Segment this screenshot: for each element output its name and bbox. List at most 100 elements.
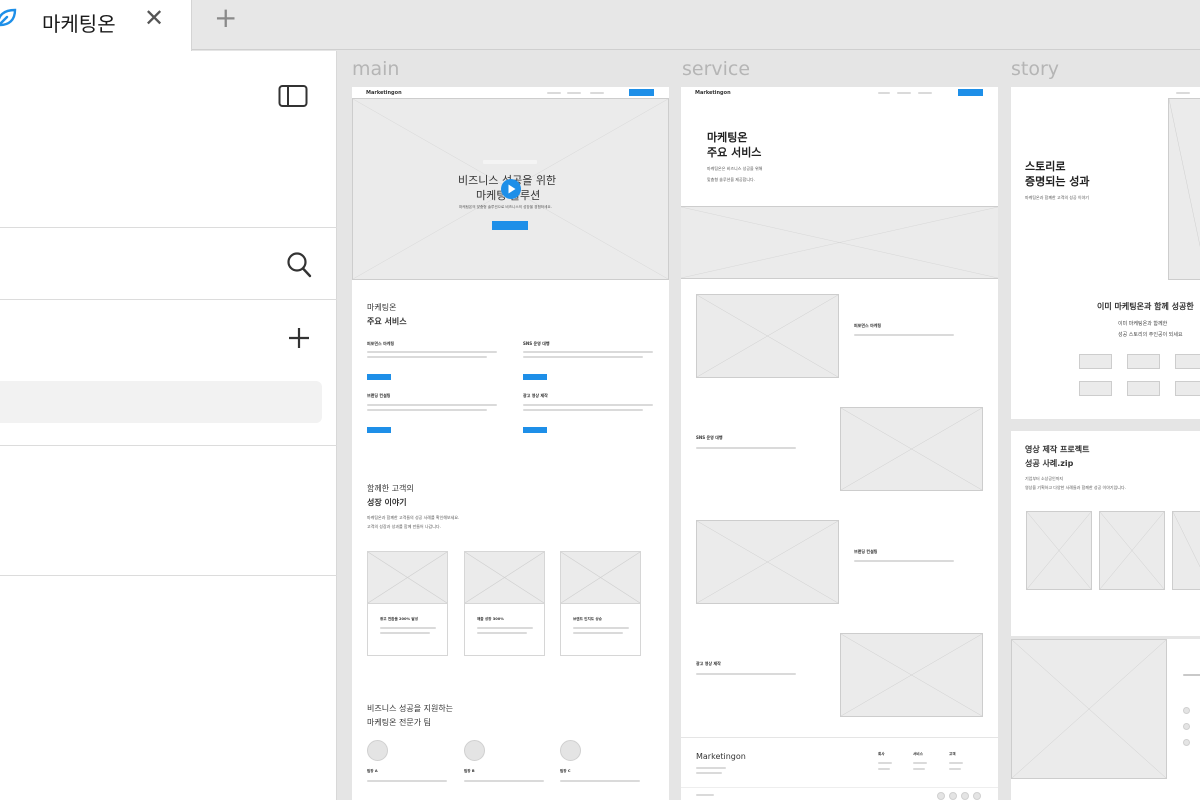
service-more-button[interactable] — [523, 427, 547, 433]
card-image-placeholder — [561, 552, 640, 604]
new-tab-button[interactable]: + — [214, 4, 237, 32]
service-item-title: SNS 운영 대행 — [696, 435, 723, 440]
service-item-title: 퍼포먼스 마케팅 — [367, 341, 395, 346]
social-icon[interactable] — [949, 792, 957, 800]
service-more-button[interactable] — [367, 374, 391, 380]
play-icon[interactable] — [501, 179, 521, 199]
nav-link[interactable] — [878, 92, 890, 94]
project-title-line1: 영상 제작 프로젝트 — [1025, 445, 1090, 454]
story-mid-title: 이미 마케팅온과 함께 성공한 — [1097, 302, 1194, 311]
text-line — [560, 780, 640, 782]
expert-avatar — [464, 740, 485, 761]
footer-link[interactable] — [913, 768, 925, 770]
footer-link[interactable] — [878, 768, 890, 770]
text-line — [523, 351, 653, 353]
nav-link[interactable] — [1176, 92, 1190, 94]
footer-link[interactable] — [913, 762, 927, 764]
service-item-title: 광고 영상 제작 — [696, 661, 721, 666]
service-image-placeholder — [696, 520, 839, 604]
text-line — [367, 356, 487, 358]
text-line — [1183, 674, 1200, 676]
project-image-placeholder — [1026, 511, 1092, 590]
nav-logo: Marketingon — [366, 90, 402, 96]
bullet-icon — [1183, 723, 1190, 730]
service-item-title: SNS 운영 대행 — [523, 341, 550, 346]
frame-main[interactable]: Marketingon 비즈니스 성공을 위한 마케팅 솔루션 마케팅온의 맞춤… — [352, 87, 669, 800]
story-mid-subtitle-line2: 성공 스토리의 주인공이 되세요 — [1118, 332, 1183, 338]
expert-avatar — [560, 740, 581, 761]
text-line — [367, 780, 447, 782]
tab-bar: 마케팅온 ✕ + — [0, 0, 1200, 51]
leaf-logo-icon — [0, 8, 17, 27]
service-more-button[interactable] — [367, 427, 391, 433]
story-card[interactable]: 매출 성장 300% — [464, 551, 545, 656]
design-canvas[interactable]: main service story Marketingon 비즈니스 성공을 … — [338, 51, 1200, 800]
nav-link[interactable] — [918, 92, 932, 94]
frame-story[interactable]: 스토리로 증명되는 성과 마케팅온과 함께한 고객의 성공 이야기 이미 마케팅… — [1011, 87, 1200, 800]
search-icon[interactable] — [286, 251, 312, 279]
hero-cta-button[interactable] — [492, 221, 528, 230]
text-line — [367, 409, 487, 411]
text-line — [696, 447, 796, 449]
frame-label-service[interactable]: service — [682, 58, 750, 80]
frame-label-story[interactable]: story — [1011, 58, 1059, 80]
text-line — [380, 627, 436, 629]
service-item-title: 브랜딩 컨설팅 — [854, 549, 878, 554]
project-subtitle-line2: 영상을 기획하고 다양한 사례들과 함께한 성공 이야기입니다. — [1025, 485, 1126, 490]
story-title-line1: 함께한 고객의 — [367, 484, 414, 493]
text-line — [696, 772, 722, 774]
text-line — [464, 780, 544, 782]
expert-name: 팀장 B — [464, 769, 475, 773]
story-card[interactable]: 브랜드 인지도 상승 — [560, 551, 641, 656]
social-icon[interactable] — [973, 792, 981, 800]
nav-link[interactable] — [567, 92, 581, 94]
social-icon[interactable] — [961, 792, 969, 800]
text-line — [573, 632, 623, 634]
story-card[interactable]: 광고 전환율 200% 달성 — [367, 551, 448, 656]
logo-placeholder — [1079, 381, 1112, 396]
frame-label-main[interactable]: main — [352, 58, 399, 80]
story-title-line2: 성장 이야기 — [367, 498, 407, 507]
file-tab[interactable]: 마케팅온 ✕ — [0, 0, 192, 51]
nav-link[interactable] — [897, 92, 911, 94]
copyright-text — [696, 794, 714, 796]
service-image-placeholder — [696, 294, 839, 378]
service-image-placeholder — [840, 633, 983, 717]
bullet-icon — [1183, 739, 1190, 746]
footer-link[interactable] — [878, 762, 892, 764]
expert-name: 팀장 C — [560, 769, 571, 773]
selected-page-row[interactable] — [0, 381, 322, 423]
text-line — [696, 767, 726, 769]
logo-placeholder — [1127, 381, 1160, 396]
nav-link[interactable] — [547, 92, 561, 94]
frame-service[interactable]: Marketingon 마케팅온 주요 서비스 마케팅온은 비즈니스 성공을 위… — [681, 87, 998, 800]
service-title-line2: 주요 서비스 — [707, 146, 762, 159]
footer-link[interactable] — [949, 762, 963, 764]
nav-cta-button[interactable] — [629, 89, 654, 96]
text-line — [523, 356, 643, 358]
text-line — [696, 673, 796, 675]
panel-divider — [0, 575, 337, 576]
footer-col-title: 회사 — [878, 752, 885, 756]
footer-link[interactable] — [949, 768, 961, 770]
nav-cta-button[interactable] — [958, 89, 983, 96]
close-tab-icon[interactable]: ✕ — [144, 6, 164, 30]
card-title: 매출 성장 300% — [477, 617, 504, 621]
expert-name: 팀장 A — [367, 769, 378, 773]
nav-logo: Marketingon — [695, 90, 731, 96]
service-item-title: 퍼포먼스 마케팅 — [854, 323, 882, 328]
card-title: 브랜드 인지도 상승 — [573, 617, 602, 621]
service-more-button[interactable] — [523, 374, 547, 380]
left-panel — [0, 51, 337, 800]
social-icon[interactable] — [937, 792, 945, 800]
nav-link[interactable] — [590, 92, 604, 94]
text-line — [380, 632, 430, 634]
card-image-placeholder — [465, 552, 544, 604]
service-subtitle-line2: 맞춤형 솔루션을 제공합니다. — [707, 177, 755, 182]
panel-divider — [0, 299, 337, 300]
plus-icon[interactable] — [288, 327, 310, 349]
service-subtitle-line1: 마케팅온은 비즈니스 성공을 위해 — [707, 166, 763, 171]
project-title-line2: 성공 사례.zip — [1025, 459, 1074, 468]
sidebar-toggle-icon[interactable] — [278, 84, 308, 108]
text-line — [477, 627, 533, 629]
